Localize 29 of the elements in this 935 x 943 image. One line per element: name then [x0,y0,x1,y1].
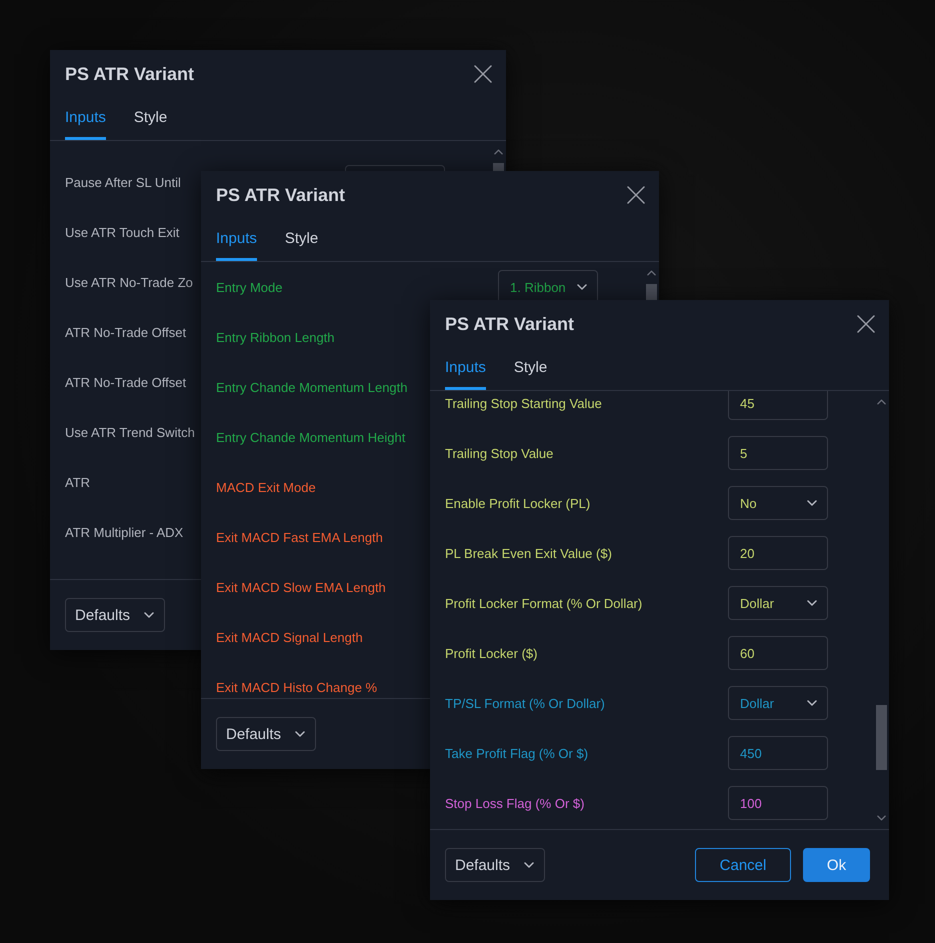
field-label: Use ATR Touch Exit [65,224,180,240]
field-label: Profit Locker Format (% Or Dollar) [445,596,642,610]
field-label: Trailing Stop Starting Value [445,396,602,410]
field-label: Exit MACD Signal Length [216,630,363,644]
dialog-title: PS ATR Variant [216,184,346,206]
field-label: Trailing Stop Value [445,446,554,460]
field-label: Exit MACD Histo Change % [216,680,378,694]
field-label: MACD Exit Mode [216,480,316,494]
field-label: Entry Chande Momentum Height [216,430,406,444]
field-label: ATR No-Trade Offset [65,324,186,340]
field-label: Pause After SL Until [65,174,181,190]
field-label: Profit Locker ($) [445,646,538,660]
field-label: Take Profit Flag (% Or $) [445,746,588,760]
field-label: Exit MACD Slow EMA Length [216,580,386,594]
field-label: Exit MACD Fast EMA Length [216,530,383,544]
field-label: Entry Ribbon Length [216,330,335,344]
field-label: Entry Chande Momentum Length [216,380,408,394]
field-label: TP/SL Format (% Or Dollar) [445,696,605,710]
field-label: Stop Loss Flag (% Or $) [445,796,584,810]
field-label: Entry Mode [216,280,282,294]
dialog-title: PS ATR Variant [445,314,574,334]
field-label: ATR No-Trade Offset [65,374,186,390]
dialog-title: PS ATR Variant [65,64,194,84]
field-label: PL Break Even Exit Value ($) [445,546,612,560]
field-label: Use ATR No-Trade Zo [65,274,193,290]
field-label: Enable Profit Locker (PL) [445,496,590,510]
field-label: Use ATR Trend Switch [65,424,195,440]
field-label: ATR [65,474,90,490]
field-label: ATR Multiplier - ADX [65,524,184,540]
